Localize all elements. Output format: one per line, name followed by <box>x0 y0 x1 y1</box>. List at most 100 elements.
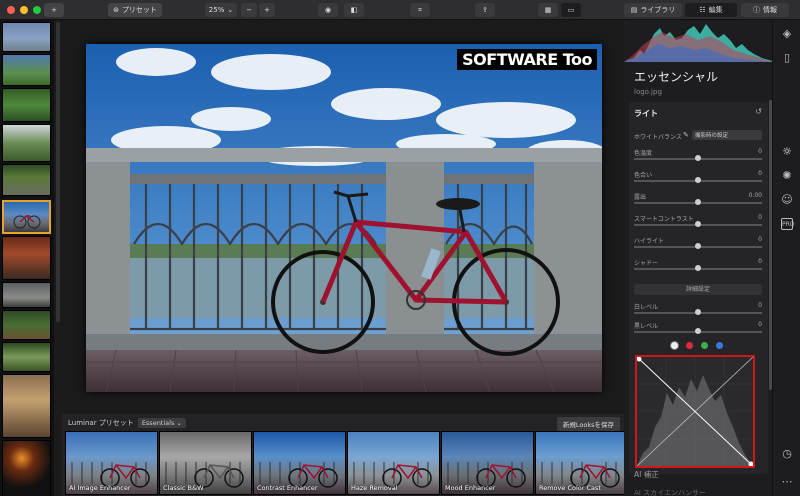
file-name: logo.jpg <box>634 88 662 96</box>
looks-collection-label: Essentials <box>141 419 175 427</box>
white-balance-label: ホワイトバランス <box>634 134 682 141</box>
look-thumbnail[interactable]: Remove Color Cast <box>535 431 628 495</box>
bicycle-thumb-icon <box>13 215 41 229</box>
thumbnail-5[interactable] <box>2 164 51 196</box>
thumbnail-4[interactable] <box>2 124 51 162</box>
slider-value[interactable]: 0 <box>758 302 762 309</box>
creative-palette-icon[interactable]: ✺ <box>781 170 793 182</box>
thumbnail-10[interactable] <box>2 342 51 372</box>
ai-enhance-section-title[interactable]: AI 補正 <box>634 469 659 480</box>
pro-tools-icon[interactable]: PRO <box>781 218 795 230</box>
thumbnail-1[interactable] <box>2 22 51 52</box>
minimize-window-button[interactable] <box>20 6 28 14</box>
title-bar: + ⊛ プリセット 25% ⌄ − + ◉ ◧ ⌗ ⇪ ▦ ▭ ▤ ライブラリ … <box>0 0 800 20</box>
channel-red-button[interactable] <box>686 342 693 349</box>
curve-channel-selector <box>671 342 723 349</box>
thumbnail-8[interactable] <box>2 282 51 308</box>
compare-button[interactable]: ◧ <box>344 3 364 17</box>
slider-knob[interactable] <box>695 265 701 271</box>
light-section-title[interactable]: ライト <box>634 108 658 119</box>
thumbnail-7[interactable] <box>2 236 51 280</box>
slider-knob[interactable] <box>695 199 701 205</box>
look-thumbnail[interactable]: Classic B&W <box>159 431 252 495</box>
slider-knob[interactable] <box>695 177 701 183</box>
edit-tab[interactable]: ☷ 編集 <box>685 3 737 17</box>
tone-curve[interactable] <box>635 355 755 468</box>
slider-value[interactable]: 0 <box>758 148 762 155</box>
ai-sky-section-title[interactable]: AI スカイエンハンサー <box>634 488 706 496</box>
canvas-icon[interactable]: ▯ <box>781 52 793 64</box>
library-tab[interactable]: ▤ ライブラリ <box>624 3 682 17</box>
presets-button[interactable]: ⊛ プリセット <box>108 3 162 17</box>
look-thumbnail[interactable]: Mood Enhancer <box>441 431 534 495</box>
slider-label: スマートコントラスト <box>634 216 694 223</box>
preview-eye-button[interactable]: ◉ <box>318 3 338 17</box>
thumbnail-12[interactable] <box>2 440 51 496</box>
slider-value[interactable]: 0 <box>758 258 762 265</box>
layers-icon[interactable]: ◈ <box>781 28 793 40</box>
white-balance-dropdown[interactable]: 撮影時の設定 <box>692 130 762 140</box>
crop-icon: ⌗ <box>418 5 422 14</box>
share-button[interactable]: ⇪ <box>475 3 495 17</box>
thumbnail-9[interactable] <box>2 310 51 340</box>
slider-knob[interactable] <box>695 328 701 334</box>
zoom-label: 25% <box>208 6 225 14</box>
filmstrip <box>0 20 54 496</box>
watermark-logo: SOFTWARE Too <box>457 49 597 70</box>
zoom-dropdown[interactable]: 25% ⌄ <box>205 3 237 17</box>
slider-label: シャドー <box>634 260 659 267</box>
slider-knob[interactable] <box>695 243 701 249</box>
look-label: Haze Removal <box>351 484 398 492</box>
add-label: + <box>51 6 57 14</box>
look-thumbnail[interactable]: Contrast Enhancer <box>253 431 346 495</box>
zoom-in-button[interactable]: + <box>259 3 275 17</box>
thumbnail-2[interactable] <box>2 54 51 86</box>
white-balance-value: 撮影時の設定 <box>695 133 729 139</box>
info-tab[interactable]: ⓘ 情報 <box>741 3 789 17</box>
channel-blue-button[interactable] <box>716 342 723 349</box>
add-images-button[interactable]: + <box>44 3 64 17</box>
slider-value[interactable]: 0.00 <box>749 192 762 199</box>
portrait-face-icon[interactable]: ☺ <box>781 194 793 206</box>
crop-button[interactable]: ⌗ <box>410 3 430 17</box>
share-icon: ⇪ <box>482 6 488 14</box>
slider-value[interactable]: 0 <box>758 321 762 328</box>
looks-collection-dropdown[interactable]: Essentials ⌄ <box>137 418 186 428</box>
slider-knob[interactable] <box>695 221 701 227</box>
tone-curve-graph <box>636 356 754 467</box>
slider-value[interactable]: 0 <box>758 236 762 243</box>
close-window-button[interactable] <box>7 6 15 14</box>
edit-label: 編集 <box>708 6 723 14</box>
window-controls <box>7 6 41 14</box>
advanced-settings-button[interactable]: 詳細設定 <box>634 284 762 295</box>
slider-value[interactable]: 0 <box>758 170 762 177</box>
channel-rgb-button[interactable] <box>671 342 678 349</box>
thumbnail-3[interactable] <box>2 88 51 122</box>
photo-preview[interactable]: SOFTWARE Too <box>86 44 602 392</box>
zoom-out-button[interactable]: − <box>241 3 257 17</box>
eyedropper-icon[interactable]: ✎ <box>683 131 689 139</box>
slider-knob[interactable] <box>695 155 701 161</box>
history-clock-icon[interactable]: ◷ <box>781 448 793 460</box>
library-icon: ▤ <box>630 6 638 14</box>
grid-icon: ▦ <box>544 6 552 14</box>
look-thumbnail[interactable]: Haze Removal <box>347 431 440 495</box>
thumbnail-selected[interactable] <box>2 200 51 234</box>
grid-view-button[interactable]: ▦ <box>538 3 558 17</box>
slider-value[interactable]: 0 <box>758 214 762 221</box>
slider-knob[interactable] <box>695 309 701 315</box>
zoom-window-button[interactable] <box>33 6 41 14</box>
save-new-look-button[interactable]: 新規Looksを保存 <box>556 417 620 431</box>
library-label: ライブラリ <box>640 6 676 14</box>
sliders-icon: ☷ <box>699 6 706 14</box>
thumbnail-11[interactable] <box>2 374 51 438</box>
looks-bar: Luminar プリセット Essentials ⌄ 新規Looksを保存 AI… <box>62 414 628 496</box>
essentials-sun-icon[interactable]: ☼ <box>781 146 793 158</box>
more-options-icon[interactable]: ⋯ <box>781 476 793 488</box>
filmstrip-scrollbar[interactable] <box>56 22 60 322</box>
single-view-button[interactable]: ▭ <box>561 3 581 17</box>
look-label: AI Image Enhancer <box>69 484 131 492</box>
look-thumbnail[interactable]: AI Image Enhancer <box>65 431 158 495</box>
reset-icon[interactable]: ↺ <box>755 107 762 116</box>
channel-green-button[interactable] <box>701 342 708 349</box>
